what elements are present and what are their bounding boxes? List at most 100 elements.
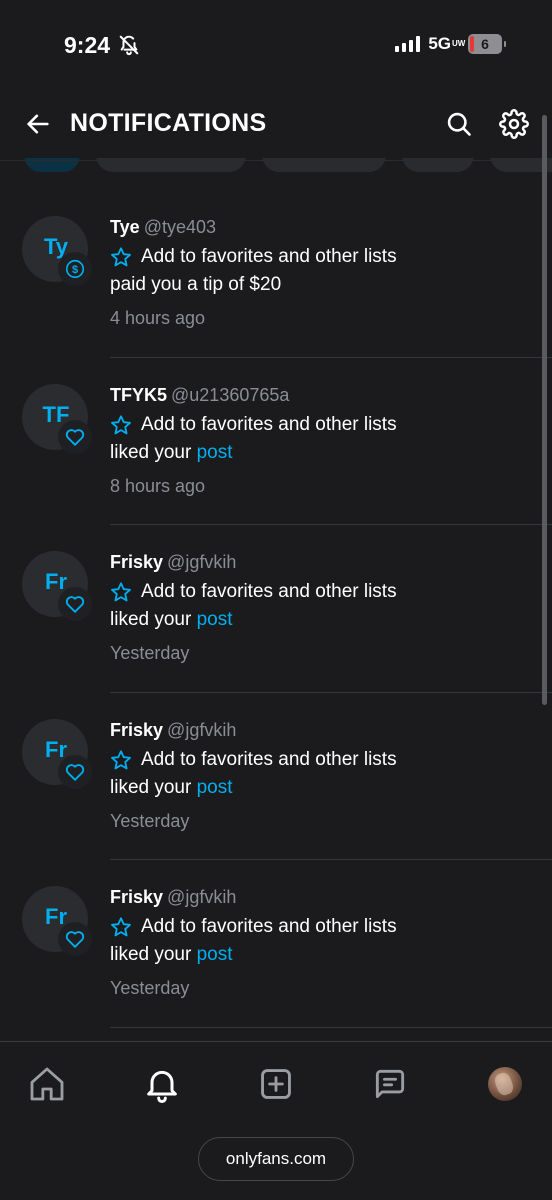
plus-square-icon xyxy=(261,1069,291,1099)
nav-new-post[interactable] xyxy=(254,1062,298,1106)
user-handle[interactable]: @jgfvkih xyxy=(167,887,236,907)
notification-time: Yesterday xyxy=(110,810,190,831)
user-line: Tye @tye403 xyxy=(110,214,542,240)
action-text: paid you a tip of $20 xyxy=(110,274,282,295)
notification-time: 8 hours ago xyxy=(110,475,206,496)
arrow-left-icon xyxy=(27,114,49,134)
notification-time: Yesterday xyxy=(110,643,190,663)
favorites-label: Add to favorites and other lists xyxy=(141,581,397,602)
status-bar: 9:24 5G UW 6 xyxy=(0,0,552,90)
svg-text:$: $ xyxy=(72,264,78,276)
notification-item[interactable]: Fr Frisky @jgfvkih Add to favorites and o… xyxy=(0,525,552,693)
user-name[interactable]: Frisky xyxy=(110,552,163,572)
notification-content: Frisky @jgfvkih Add to favorites and othe… xyxy=(110,549,542,665)
page-title: NOTIFICATIONS xyxy=(70,109,267,137)
notification-type-badge xyxy=(58,587,92,621)
action-text: liked your xyxy=(110,776,197,798)
header-divider xyxy=(0,160,552,161)
user-name[interactable]: Frisky xyxy=(110,887,163,907)
notification-item[interactable]: Fr Frisky @jgfvkih Add to favorites and o… xyxy=(0,693,552,860)
heart-icon xyxy=(65,931,85,948)
user-handle[interactable]: @u21360765a xyxy=(171,385,289,405)
notification-type-badge xyxy=(58,754,92,789)
favorites-label: Add to favorites and other lists xyxy=(141,413,397,435)
nav-messages[interactable] xyxy=(368,1062,412,1106)
user-handle[interactable]: @jgfvkih xyxy=(167,720,236,740)
post-link[interactable]: post xyxy=(197,442,233,463)
user-handle[interactable]: @tye403 xyxy=(144,217,216,237)
notification-item[interactable]: TF TFYK5 @u21360765a Add to favorites and… xyxy=(0,358,552,525)
notification-item[interactable]: Fr Frisky @jgfvkih Add to favorites and o… xyxy=(0,860,552,1028)
dollar-icon: $ xyxy=(65,259,85,279)
bell-icon xyxy=(147,1070,177,1103)
search-icon xyxy=(447,112,471,136)
notification-type-badge: $ xyxy=(58,252,92,286)
user-line: Frisky @jgfvkih xyxy=(110,717,542,743)
heart-icon xyxy=(65,596,85,613)
action-text: liked your xyxy=(110,441,197,463)
home-icon xyxy=(30,1067,64,1101)
user-handle[interactable]: @jgfvkih xyxy=(167,552,236,572)
post-link[interactable]: post xyxy=(197,777,233,798)
battery-level: 6 xyxy=(481,36,489,52)
notification-content: Tye @tye403 Add to favorites and other li… xyxy=(110,214,542,330)
notification-action: paid you a tip of $20 xyxy=(110,273,542,297)
star-icon xyxy=(111,414,131,434)
action-text: liked your xyxy=(110,609,197,630)
user-name[interactable]: Frisky xyxy=(110,720,163,740)
notification-time: Yesterday xyxy=(110,978,190,998)
post-link[interactable]: post xyxy=(197,609,233,630)
nav-profile[interactable] xyxy=(483,1062,527,1106)
heart-icon xyxy=(65,428,85,446)
notification-type-badge xyxy=(58,922,92,956)
scrollbar[interactable] xyxy=(542,115,547,705)
user-name[interactable]: Tye xyxy=(110,217,140,237)
add-to-favorites-button[interactable]: Add to favorites and other lists xyxy=(110,915,542,939)
favorites-label: Add to favorites and other lists xyxy=(141,916,397,937)
notification-item[interactable]: Ty $ Tye @tye403 Add to favorites and oth… xyxy=(0,190,552,358)
battery-icon: 6 xyxy=(468,34,506,54)
star-icon xyxy=(111,247,131,267)
post-link[interactable]: post xyxy=(197,944,233,965)
settings-button[interactable] xyxy=(496,106,532,142)
nav-home[interactable] xyxy=(25,1062,69,1106)
notification-content: Frisky @jgfvkih Add to favorites and othe… xyxy=(110,884,542,1000)
network-sup: UW xyxy=(452,39,466,48)
profile-avatar xyxy=(488,1067,522,1101)
add-to-favorites-button[interactable]: Add to favorites and other lists xyxy=(110,413,542,437)
favorites-label: Add to favorites and other lists xyxy=(141,246,397,267)
favorites-label: Add to favorites and other lists xyxy=(141,748,397,770)
status-time: 9:24 xyxy=(64,32,111,58)
star-icon xyxy=(111,582,131,602)
notification-action: liked your post xyxy=(110,441,542,465)
chat-icon xyxy=(375,1069,405,1099)
user-line: Frisky @jgfvkih xyxy=(110,884,542,910)
url-bar[interactable]: onlyfans.com xyxy=(198,1137,354,1181)
notification-action: liked your post xyxy=(110,608,542,632)
nav-notifications[interactable] xyxy=(140,1062,184,1106)
status-indicators: 5G UW 6 xyxy=(395,34,506,54)
notification-time: 4 hours ago xyxy=(110,308,206,328)
network-indicator: 5G UW xyxy=(428,34,466,53)
gear-icon xyxy=(499,109,529,139)
star-icon xyxy=(111,917,131,937)
notification-action: liked your post xyxy=(110,943,542,967)
notification-content: TFYK5 @u21360765a Add to favorites and ot… xyxy=(110,382,542,498)
user-line: Frisky @jgfvkih xyxy=(110,549,542,575)
signal-icon xyxy=(395,36,421,52)
notification-feed: Ty $ Tye @tye403 Add to favorites and oth… xyxy=(0,190,552,1028)
add-to-favorites-button[interactable]: Add to favorites and other lists xyxy=(110,245,542,269)
notification-type-badge xyxy=(58,419,92,454)
heart-icon xyxy=(65,763,85,781)
notification-content: Frisky @jgfvkih Add to favorites and othe… xyxy=(110,717,542,833)
add-to-favorites-button[interactable]: Add to favorites and other lists xyxy=(110,580,542,604)
add-to-favorites-button[interactable]: Add to favorites and other lists xyxy=(110,748,542,772)
search-button[interactable] xyxy=(441,106,477,142)
user-name[interactable]: TFYK5 xyxy=(110,385,167,405)
app-header: NOTIFICATIONS xyxy=(0,98,552,150)
back-button[interactable] xyxy=(20,106,56,142)
action-text: liked your xyxy=(110,944,197,965)
user-line: TFYK5 @u21360765a xyxy=(110,382,542,408)
notification-action: liked your post xyxy=(110,776,542,800)
bell-off-icon xyxy=(118,34,140,61)
